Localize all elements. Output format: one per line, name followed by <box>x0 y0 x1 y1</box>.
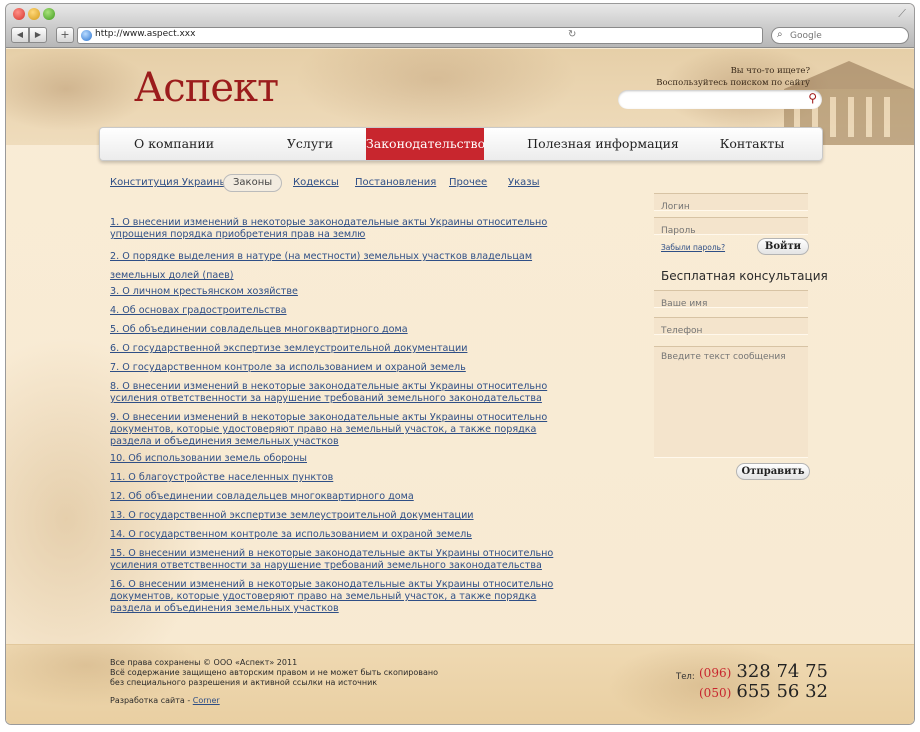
law-link[interactable]: 13. О государственной экспертизе землеус… <box>110 510 580 522</box>
consultation-title: Бесплатная консультация <box>661 269 828 283</box>
url-text[interactable]: http://www.aspect.xxx <box>95 29 195 39</box>
notice-line1: Всё содержание защищено авторским правом… <box>110 668 438 677</box>
password-field[interactable] <box>654 217 808 239</box>
browser-window: ⟋ ◀ ▶ + http://www.aspect.xxx ↻ ⌕ Google… <box>6 4 914 724</box>
law-link[interactable]: 1. О внесении изменений в некоторые зако… <box>110 217 580 241</box>
resize-icon[interactable]: ⟋ <box>898 7 906 21</box>
browser-toolbar: ◀ ▶ + http://www.aspect.xxx ↻ ⌕ <box>6 24 914 48</box>
phone-number-1: (096) 328 74 75 <box>699 661 828 682</box>
law-link[interactable]: 4. Об основах градостроительства <box>110 305 580 317</box>
search-hint-line2: Воспользуйтесь поиском по сайту <box>656 78 810 88</box>
law-link[interactable]: 12. Об объединении совладельцев многоква… <box>110 491 580 503</box>
send-button[interactable]: Отправить <box>736 463 810 480</box>
name-input[interactable] <box>654 296 808 312</box>
subtab-codes[interactable]: Кодексы <box>293 177 339 188</box>
menu-item-company[interactable]: О компании <box>100 128 248 160</box>
law-link[interactable]: 2. О порядке выделения в натуре (на мест… <box>110 247 580 285</box>
subtab-constitution[interactable]: Конституция Украины <box>110 177 227 188</box>
developer-label: Разработка сайта - <box>110 696 193 705</box>
name-field[interactable] <box>654 290 808 312</box>
law-link[interactable]: 15. О внесении изменений в некоторые зак… <box>110 548 580 572</box>
developer-credit: Разработка сайта - Corner <box>110 696 220 706</box>
menu-item-contacts[interactable]: Контакты <box>696 128 808 160</box>
law-link[interactable]: 14. О государственном контроле за исполь… <box>110 529 580 541</box>
back-button[interactable]: ◀ <box>11 27 29 43</box>
main-menu: О компании Услуги Законодательство Полез… <box>99 127 823 161</box>
search-icon[interactable]: ⚲ <box>808 91 817 105</box>
footer: Все права сохранены © ООО «Аспект» 2011 … <box>6 644 914 724</box>
subtab-decrees[interactable]: Указы <box>508 177 539 188</box>
law-link[interactable]: 7. О государственном контроле за использ… <box>110 362 580 374</box>
subtab-other[interactable]: Прочее <box>449 177 487 188</box>
phone-code: (050) <box>699 686 732 700</box>
message-field[interactable] <box>654 346 808 458</box>
developer-link[interactable]: Corner <box>193 696 220 705</box>
phone-digits: 655 56 32 <box>736 681 828 702</box>
password-input[interactable] <box>654 223 808 239</box>
search-icon: ⌕ <box>777 29 783 40</box>
add-bookmark-button[interactable]: + <box>56 27 74 43</box>
law-link[interactable]: 8. О внесении изменений в некоторые зако… <box>110 381 580 405</box>
phone-input[interactable] <box>654 323 808 339</box>
globe-icon <box>81 30 92 41</box>
phone-number-2: (050) 655 56 32 <box>699 681 828 702</box>
forward-button[interactable]: ▶ <box>29 27 47 43</box>
site-logo[interactable]: Аспект <box>134 65 279 111</box>
phone-digits: 328 74 75 <box>736 661 828 682</box>
subtab-laws[interactable]: Законы <box>223 174 283 192</box>
minimize-window-button[interactable] <box>28 8 40 20</box>
menu-item-services[interactable]: Услуги <box>248 128 372 160</box>
notice-line2: без специального разрешения и активной с… <box>110 678 378 687</box>
law-link[interactable]: 11. О благоустройстве населенных пунктов <box>110 472 580 484</box>
menu-item-useful-info[interactable]: Полезная информация <box>524 128 682 160</box>
law-link[interactable]: 16. О внесении изменений в некоторые зак… <box>110 579 580 615</box>
copyright-text: Все права сохранены © ООО «Аспект» 2011 <box>110 658 298 667</box>
browser-search-field[interactable]: ⌕ <box>771 27 909 44</box>
message-textarea[interactable] <box>654 347 808 457</box>
login-button[interactable]: Войти <box>757 238 809 255</box>
browser-search-input[interactable] <box>790 30 900 42</box>
login-input[interactable] <box>654 199 808 215</box>
law-link[interactable]: 6. О государственной экспертизе землеуст… <box>110 343 580 355</box>
site-search-input[interactable] <box>628 93 798 106</box>
search-hint-line1: Вы что-то ищете? <box>730 66 810 76</box>
zoom-window-button[interactable] <box>43 8 55 20</box>
law-link[interactable]: 3. О личном крестьянском хозяйстве <box>110 286 580 298</box>
reload-icon[interactable]: ↻ <box>568 29 728 40</box>
browser-titlebar: ⟋ <box>6 4 914 24</box>
tel-label: Тел: <box>676 672 695 682</box>
site-search-field[interactable]: ⚲ <box>618 90 822 109</box>
menu-item-legislation[interactable]: Законодательство <box>366 128 485 160</box>
web-page: Аспект Вы что-то ищете? Воспользуйтесь п… <box>6 49 914 724</box>
law-link[interactable]: 10. Об использовании земель обороны <box>110 453 580 465</box>
subtab-resolutions[interactable]: Постановления <box>355 177 436 188</box>
footer-notice: Все права сохранены © ООО «Аспект» 2011 … <box>110 658 438 688</box>
phone-code: (096) <box>699 666 732 680</box>
phone-field[interactable] <box>654 317 808 339</box>
login-field[interactable] <box>654 193 808 215</box>
forgot-password-link[interactable]: Забыли пароль? <box>661 243 725 252</box>
close-window-button[interactable] <box>13 8 25 20</box>
search-hint: Вы что-то ищете? Воспользуйтесь поиском … <box>656 65 810 89</box>
law-link[interactable]: 5. Об объединении совладельцев многоквар… <box>110 324 580 336</box>
law-link[interactable]: 9. О внесении изменений в некоторые зако… <box>110 412 580 448</box>
